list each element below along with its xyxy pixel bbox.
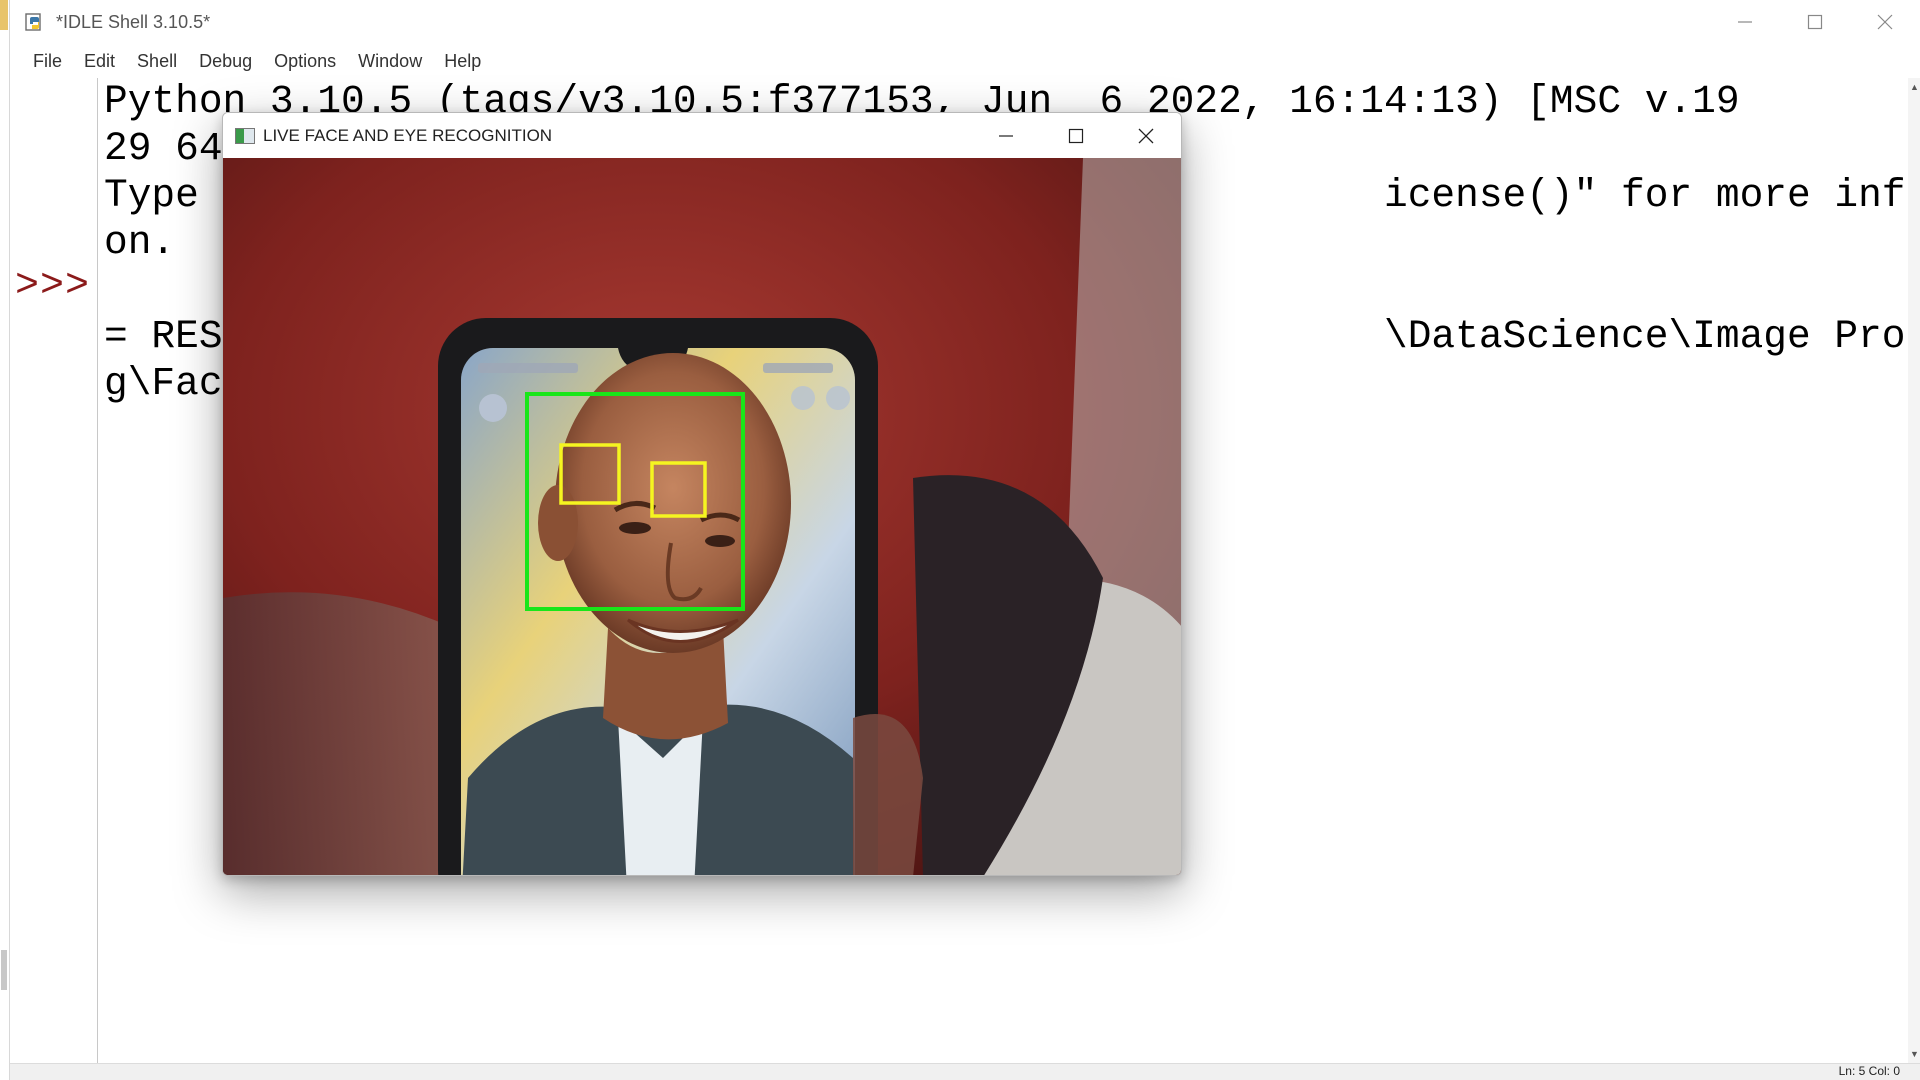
right-eye <box>705 535 735 547</box>
edge-scroll-thumb[interactable] <box>1 950 7 990</box>
face-recognition-window[interactable]: LIVE FACE AND EYE RECOGNITION <box>222 112 1182 876</box>
shell-prompt: >>> <box>15 264 91 309</box>
menu-shell[interactable]: Shell <box>126 51 188 72</box>
popup-titlebar[interactable]: LIVE FACE AND EYE RECOGNITION <box>223 113 1181 158</box>
edge-marker <box>0 0 8 30</box>
popup-window-controls <box>971 113 1181 158</box>
popup-maximize-icon[interactable] <box>1041 113 1111 158</box>
left-window-edge <box>0 0 10 1080</box>
scroll-down-icon[interactable]: ▼ <box>1910 1049 1919 1059</box>
popup-title: LIVE FACE AND EYE RECOGNITION <box>263 125 553 145</box>
left-hand <box>223 592 466 875</box>
opencv-window-icon <box>235 127 255 144</box>
phone-status-right <box>763 363 833 373</box>
popup-minimize-icon[interactable] <box>971 113 1041 158</box>
menu-debug[interactable]: Debug <box>188 51 263 72</box>
webcam-scene-svg <box>223 158 1181 875</box>
left-eye <box>619 522 651 534</box>
menu-help[interactable]: Help <box>433 51 492 72</box>
webcam-frame <box>223 158 1181 875</box>
popup-close-icon[interactable] <box>1111 113 1181 158</box>
menu-file[interactable]: File <box>22 51 73 72</box>
window-title: *IDLE Shell 3.10.5* <box>56 11 211 32</box>
idle-app-icon <box>24 11 46 33</box>
ear <box>538 485 578 561</box>
idle-titlebar: *IDLE Shell 3.10.5* <box>10 0 1920 44</box>
maximize-icon[interactable] <box>1780 0 1850 44</box>
shell-gutter: >>> <box>10 78 98 1063</box>
minimize-icon[interactable] <box>1710 0 1780 44</box>
phone-status-left <box>478 363 578 373</box>
cursor-position: Ln: 5 Col: 0 <box>1838 1064 1900 1078</box>
phone-menu-icon <box>826 386 850 410</box>
menu-options[interactable]: Options <box>263 51 347 72</box>
scroll-up-icon[interactable]: ▲ <box>1910 82 1919 92</box>
phone-share-icon <box>791 386 815 410</box>
window-controls <box>1710 0 1920 44</box>
phone-close-icon <box>479 394 507 422</box>
menu-bar: File Edit Shell Debug Options Window Hel… <box>10 44 1920 78</box>
vertical-scrollbar[interactable]: ▲ ▼ <box>1908 78 1920 1063</box>
status-bar: Ln: 5 Col: 0 <box>10 1063 1920 1080</box>
close-icon[interactable] <box>1850 0 1920 44</box>
menu-window[interactable]: Window <box>347 51 433 72</box>
menu-edit[interactable]: Edit <box>73 51 126 72</box>
